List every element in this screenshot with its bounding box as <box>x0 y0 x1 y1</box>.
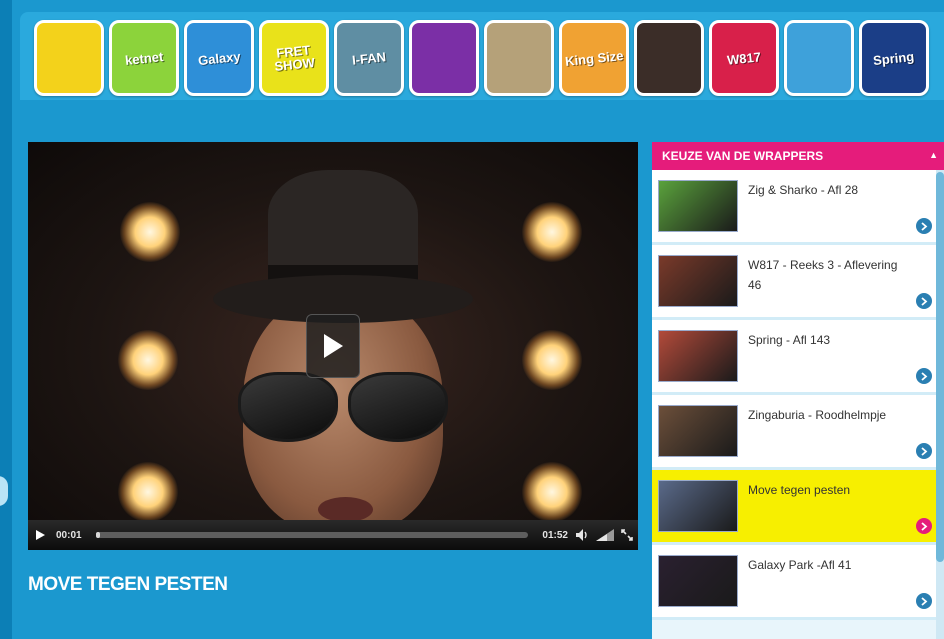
playlist-item-title: W817 - Reeks 3 - Aflevering 46 <box>748 258 898 292</box>
video-player: 00:01 01:52 <box>28 142 638 550</box>
playlist-item-thumbnail <box>658 555 738 607</box>
playlist-item-title: Zig & Sharko - Afl 28 <box>748 183 859 197</box>
show-tile-label: Spring <box>872 48 916 68</box>
show-tile-label: King Size <box>564 47 624 69</box>
play-pause-button[interactable] <box>28 520 52 550</box>
playlist: Zig & Sharko - Afl 28 W817 - Reeks 3 - Af… <box>652 170 944 620</box>
stage-light <box>522 330 582 390</box>
playlist-item[interactable]: Zig & Sharko - Afl 28 <box>652 170 944 245</box>
big-play-button[interactable] <box>306 314 360 378</box>
chevron-right-icon[interactable] <box>916 443 932 459</box>
performer-sunglasses <box>238 372 448 442</box>
show-tile-7[interactable] <box>484 20 554 96</box>
stage-light <box>522 202 582 262</box>
current-time: 00:01 <box>56 529 82 541</box>
chevron-right-icon[interactable] <box>916 218 932 234</box>
chevron-right-icon[interactable] <box>916 293 932 309</box>
show-tile-i-fan[interactable]: I-FAN <box>334 20 404 96</box>
show-strip: ketnet Galaxy FRET SHOW I-FAN King Size W817 S… <box>34 20 929 96</box>
show-tile-w817[interactable]: W817 <box>709 20 779 96</box>
playlist-item[interactable]: Zingaburia - Roodhelmpje <box>652 395 944 470</box>
chevron-right-icon[interactable] <box>916 518 932 534</box>
playlist-item-thumbnail <box>658 330 738 382</box>
video-title: MOVE TEGEN PESTEN <box>28 574 228 595</box>
duration: 01:52 <box>542 529 568 541</box>
show-tile-label: I-FAN <box>351 48 387 68</box>
playlist-item-title: Galaxy Park -Afl 41 <box>748 558 852 572</box>
playlist-item[interactable]: W817 - Reeks 3 - Aflevering 46 <box>652 245 944 320</box>
show-tile-king-size[interactable]: King Size <box>559 20 629 96</box>
show-tile-label: ketnet <box>124 48 164 68</box>
show-tile-11[interactable] <box>784 20 854 96</box>
playlist-item[interactable]: Spring - Afl 143 <box>652 320 944 395</box>
show-tile-ketnet[interactable]: ketnet <box>109 20 179 96</box>
show-tile-label: W817 <box>726 48 762 68</box>
player-controls: 00:01 01:52 <box>28 520 638 550</box>
playlist-item[interactable]: Galaxy Park -Afl 41 <box>652 545 944 620</box>
performer-hat <box>213 170 473 330</box>
show-tile-label: Galaxy <box>197 48 241 68</box>
playlist-item-title: Zingaburia - Roodhelmpje <box>748 408 887 422</box>
seek-progress <box>95 532 100 538</box>
show-tile-fret-show[interactable]: FRET SHOW <box>259 20 329 96</box>
playlist-item-thumbnail <box>658 180 738 232</box>
play-icon <box>35 530 45 540</box>
show-tile-1[interactable] <box>34 20 104 96</box>
playlist-item-title: Move tegen pesten <box>748 483 851 497</box>
playlist-sidebar: KEUZE VAN DE WRAPPERS ▲ Zig & Sharko - A… <box>652 142 944 639</box>
stage-light <box>120 202 180 262</box>
chevron-right-icon[interactable] <box>916 368 932 384</box>
playlist-item-thumbnail <box>658 405 738 457</box>
stage-light <box>118 330 178 390</box>
show-tile-6[interactable] <box>409 20 479 96</box>
volume-slider[interactable] <box>594 520 616 550</box>
volume-icon[interactable] <box>572 520 594 550</box>
playlist-header: KEUZE VAN DE WRAPPERS ▲ <box>652 142 944 170</box>
playlist-item-thumbnail <box>658 255 738 307</box>
chevron-right-icon[interactable] <box>916 593 932 609</box>
playlist-item-title: Spring - Afl 143 <box>748 333 831 347</box>
scrollbar-thumb[interactable] <box>936 172 944 562</box>
show-navigation-bar: ketnet Galaxy FRET SHOW I-FAN King Size W817 S… <box>20 12 944 108</box>
video-frame[interactable] <box>28 142 638 520</box>
left-nav-tab[interactable] <box>0 476 8 506</box>
show-tile-galaxy[interactable]: Galaxy <box>184 20 254 96</box>
show-tile-9[interactable] <box>634 20 704 96</box>
performer-mouth <box>318 497 373 520</box>
show-tile-spring[interactable]: Spring <box>859 20 929 96</box>
show-tile-label: FRET SHOW <box>273 42 316 75</box>
collapse-arrow-icon[interactable]: ▲ <box>929 150 938 160</box>
play-icon <box>324 334 343 358</box>
playlist-header-title: KEUZE VAN DE WRAPPERS <box>662 149 824 163</box>
stage-light <box>522 462 582 520</box>
playlist-item-thumbnail <box>658 480 738 532</box>
seek-bar[interactable] <box>95 532 529 538</box>
left-rail <box>0 0 12 639</box>
playlist-item[interactable]: Move tegen pesten <box>652 470 944 545</box>
fullscreen-icon[interactable] <box>616 520 638 550</box>
stage-light <box>118 462 178 520</box>
